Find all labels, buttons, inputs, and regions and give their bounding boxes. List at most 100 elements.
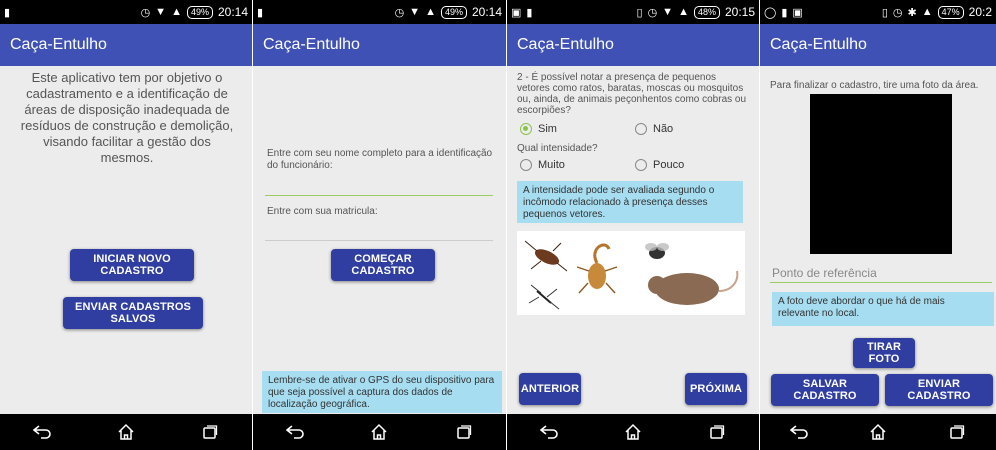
battery-indicator: 49%: [440, 5, 467, 19]
battery-indicator: 48%: [693, 5, 720, 19]
status-time: 20:15: [724, 5, 755, 19]
app-bar: Caça-Entulho: [253, 24, 506, 66]
alarm-icon: ◷: [394, 6, 405, 19]
save-registration-button[interactable]: SALVAR CADASTRO: [771, 374, 879, 406]
image-notification-icon: ▣: [792, 6, 803, 19]
screen-photo: ◯ ▮ ▣ ▯ ◷ ✱ ▲ 47% 20:2 Caça-Entulho Para…: [760, 0, 996, 450]
battery-indicator: 47%: [937, 5, 964, 19]
home-icon[interactable]: [115, 421, 137, 443]
radio-little[interactable]: [635, 159, 647, 171]
status-time: 20:14: [471, 5, 502, 19]
wifi-icon: ▼: [662, 6, 674, 18]
registration-label: Entre com sua matricula:: [267, 206, 378, 217]
mosquito-icon: [528, 284, 560, 310]
name-input[interactable]: [265, 195, 493, 196]
back-icon[interactable]: [538, 421, 560, 443]
send-saved-registrations-button[interactable]: ENVIAR CADASTROS SALVOS: [63, 297, 203, 329]
status-time: 20:2: [968, 5, 992, 19]
intensity-label: Qual intensidade?: [517, 143, 598, 154]
recent-apps-icon[interactable]: [199, 421, 221, 443]
photo-content: Para finalizar o cadastro, tire uma foto…: [760, 66, 996, 414]
app-title: Caça-Entulho: [263, 36, 360, 53]
notification-icon: ▮: [526, 6, 533, 19]
rat-icon: [648, 270, 739, 305]
notification-icon: ▮: [781, 6, 788, 19]
photo-instruction: Para finalizar o cadastro, tire uma foto…: [770, 80, 979, 91]
previous-button[interactable]: ANTERIOR: [519, 373, 581, 405]
signal-icon: ▲: [425, 6, 436, 18]
alarm-icon: ◷: [892, 6, 903, 19]
pests-image: [517, 231, 745, 315]
question-content: 2 - É possível notar a presença de peque…: [507, 66, 759, 414]
start-registration-button[interactable]: COMEÇAR CADASTRO: [331, 249, 435, 281]
alarm-icon: ◷: [647, 6, 658, 19]
photo-note: A foto deve abordar o que há de mais rel…: [772, 292, 994, 326]
home-icon[interactable]: [368, 421, 390, 443]
back-icon[interactable]: [284, 421, 306, 443]
alarm-icon: ◷: [140, 6, 151, 19]
registration-input[interactable]: [265, 240, 493, 241]
app-bar: Caça-Entulho: [0, 24, 252, 66]
cockroach-icon: [524, 240, 568, 272]
radio-no[interactable]: [635, 123, 647, 135]
back-icon[interactable]: [788, 421, 810, 443]
status-bar: ▮ ◷ ▼ ▲ 49% 20:14: [253, 0, 506, 24]
nav-bar: [253, 414, 506, 450]
radio-much[interactable]: [520, 159, 532, 171]
app-title: Caça-Entulho: [770, 36, 867, 53]
status-bar: ▣ ▮ ▯ ◷ ▼ ▲ 48% 20:15: [507, 0, 759, 24]
recent-apps-icon[interactable]: [453, 421, 475, 443]
status-time: 20:14: [217, 5, 248, 19]
recent-apps-icon[interactable]: [946, 421, 968, 443]
name-label: Entre com seu nome completo para a ident…: [267, 148, 493, 171]
intensity-note: A intensidade pode ser avaliada segundo …: [517, 181, 743, 223]
app-title: Caça-Entulho: [10, 36, 107, 53]
nav-bar: [760, 414, 996, 450]
image-notification-icon: ▣: [511, 6, 522, 19]
intro-content: Este aplicativo tem por objetivo o cadas…: [0, 66, 252, 414]
reference-point-input[interactable]: Ponto de referência: [772, 266, 877, 280]
home-icon[interactable]: [622, 421, 644, 443]
question-text: 2 - É possível notar a presença de peque…: [517, 72, 747, 116]
app-bar: Caça-Entulho: [760, 24, 996, 66]
reference-point-underline: [770, 282, 992, 283]
next-button[interactable]: PRÓXIMA: [685, 373, 747, 405]
gps-note: Lembre-se de ativar o GPS do seu disposi…: [262, 371, 502, 413]
fly-icon: [645, 243, 669, 259]
take-photo-button[interactable]: TIRAR FOTO: [853, 338, 915, 368]
radio-no-label: Não: [653, 123, 674, 135]
screen-identification: ▮ ◷ ▼ ▲ 49% 20:14 Caça-Entulho Entre com…: [253, 0, 506, 450]
start-new-registration-button[interactable]: INICIAR NOVO CADASTRO: [70, 249, 194, 281]
nav-bar: [507, 414, 759, 450]
whatsapp-icon: ◯: [764, 6, 777, 19]
signal-icon: ▲: [171, 6, 182, 18]
radio-yes-label: Sim: [538, 123, 557, 135]
nav-bar: [0, 414, 252, 450]
radio-little-label: Pouco: [653, 159, 685, 171]
app-bar: Caça-Entulho: [507, 24, 759, 66]
recent-apps-icon[interactable]: [706, 421, 728, 443]
radio-yes[interactable]: [520, 123, 532, 135]
intro-text: Este aplicativo tem por objetivo o cadas…: [20, 70, 234, 165]
signal-icon: ▲: [678, 6, 689, 18]
app-title: Caça-Entulho: [517, 36, 614, 53]
notification-icon: ▮: [257, 6, 264, 19]
battery-indicator: 49%: [186, 5, 213, 19]
wifi-icon: ▼: [155, 6, 167, 18]
home-icon[interactable]: [867, 421, 889, 443]
status-bar: ▮ ◷ ▼ ▲ 49% 20:14: [0, 0, 252, 24]
back-icon[interactable]: [31, 421, 53, 443]
send-registration-button[interactable]: ENVIAR CADASTRO: [885, 374, 993, 406]
scorpion-icon: [576, 243, 618, 294]
screen-intro: ▮ ◷ ▼ ▲ 49% 20:14 Caça-Entulho Este apli…: [0, 0, 252, 450]
screen-question: ▣ ▮ ▯ ◷ ▼ ▲ 48% 20:15 Caça-Entulho 2 - É…: [507, 0, 759, 450]
vibrate-icon: ▯: [636, 6, 643, 19]
identification-content: Entre com seu nome completo para a ident…: [253, 66, 506, 414]
status-bar: ◯ ▮ ▣ ▯ ◷ ✱ ▲ 47% 20:2: [760, 0, 996, 24]
signal-icon: ▲: [921, 6, 933, 18]
wifi-icon: ▼: [409, 6, 421, 18]
photo-preview: [810, 94, 952, 254]
radio-much-label: Muito: [538, 159, 565, 171]
bluetooth-icon: ✱: [907, 6, 917, 19]
vibrate-icon: ▯: [881, 6, 888, 19]
